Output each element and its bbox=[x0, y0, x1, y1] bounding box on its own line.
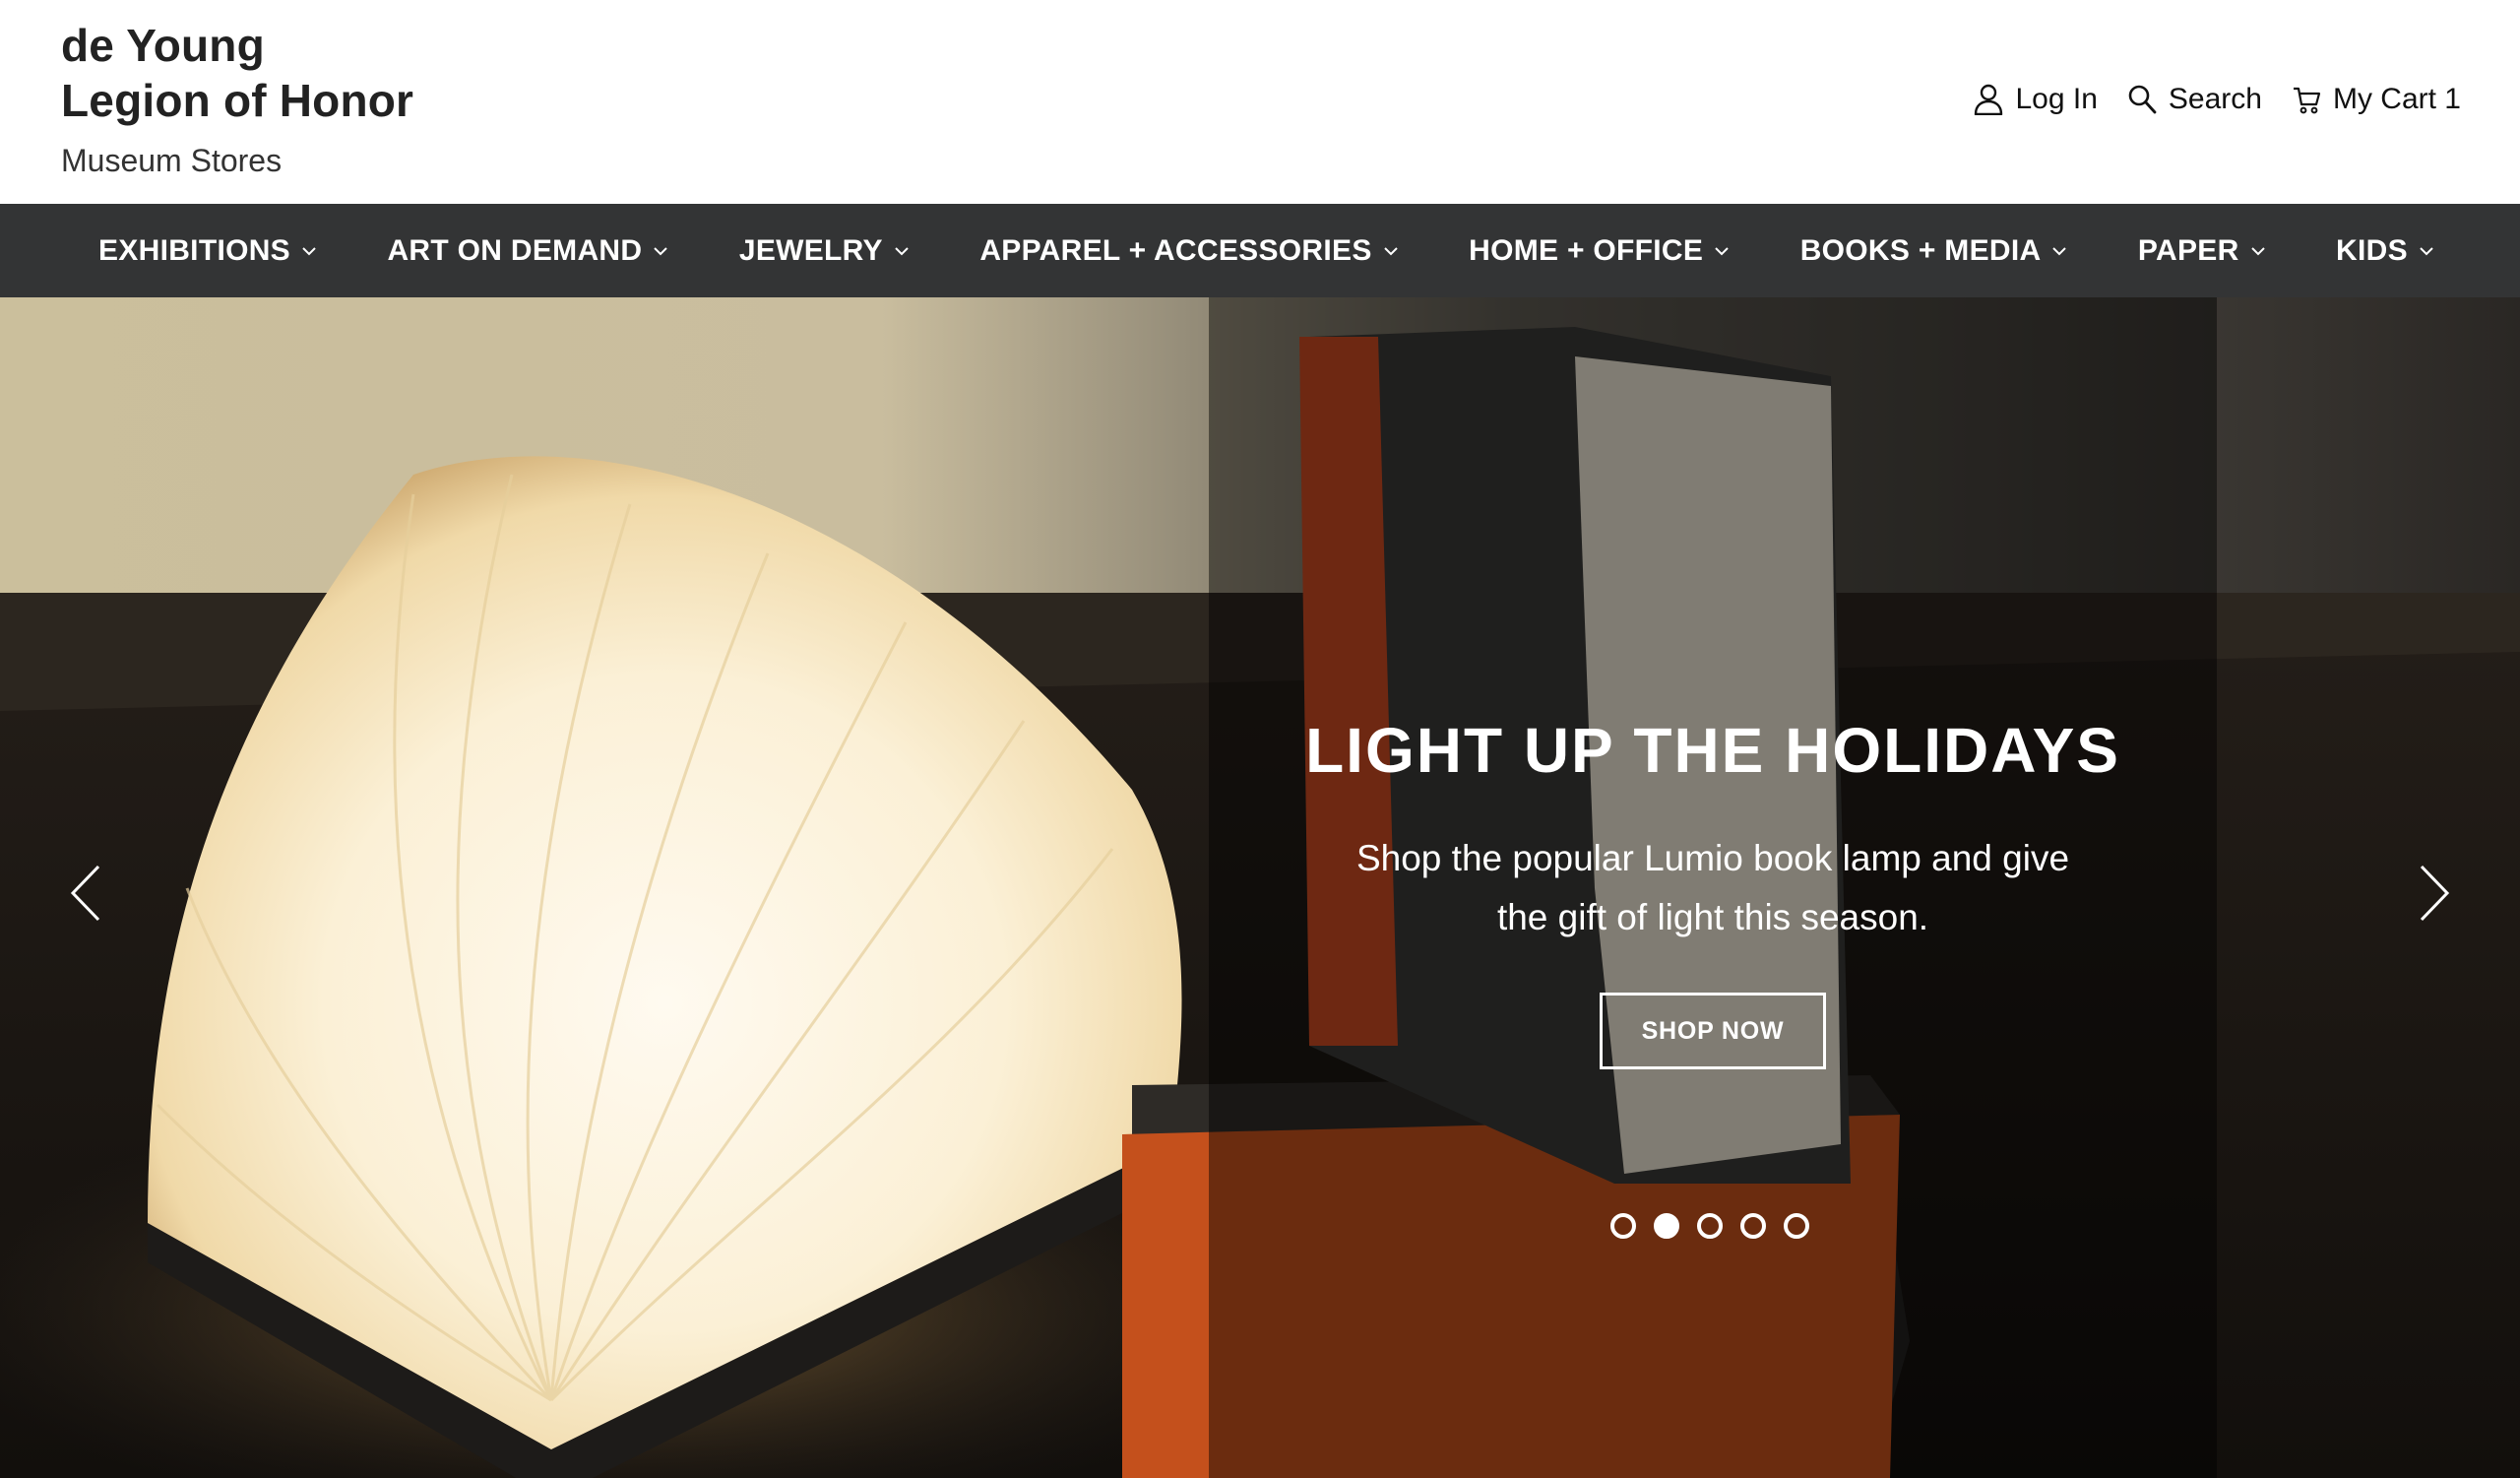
store-logo[interactable]: de Young Legion of Honor Museum Stores bbox=[61, 18, 413, 181]
chevron-right-icon bbox=[2420, 865, 2450, 922]
brand-line-1: de Young bbox=[61, 20, 265, 71]
nav-item-label: APPAREL + ACCESSORIES bbox=[979, 233, 1372, 267]
chevron-down-icon bbox=[1383, 246, 1398, 255]
nav-item-label: JEWELRY bbox=[738, 233, 883, 267]
nav-item-label: HOME + OFFICE bbox=[1469, 233, 1704, 267]
nav-item-kids[interactable]: KIDS bbox=[2336, 234, 2435, 268]
hero-content: LIGHT UP THE HOLIDAYS Shop the popular L… bbox=[1209, 711, 2217, 1069]
carousel-dot-active[interactable] bbox=[1654, 1213, 1679, 1239]
chevron-down-icon bbox=[2052, 246, 2067, 255]
nav-item-jewelry[interactable]: JEWELRY bbox=[739, 234, 911, 268]
main-nav: EXHIBITIONS ART ON DEMAND JEWELRY APPARE… bbox=[0, 204, 2520, 297]
carousel-pagination bbox=[1610, 1213, 1809, 1239]
user-icon bbox=[1974, 84, 2003, 115]
nav-item-label: KIDS bbox=[2336, 233, 2408, 267]
nav-item-paper[interactable]: PAPER bbox=[2138, 234, 2267, 268]
chevron-left-icon bbox=[70, 865, 100, 922]
nav-item-art-on-demand[interactable]: ART ON DEMAND bbox=[387, 234, 669, 268]
shop-now-button[interactable]: SHOP NOW bbox=[1600, 993, 1826, 1069]
hero-carousel: LIGHT UP THE HOLIDAYS Shop the popular L… bbox=[0, 297, 2520, 1478]
nav-item-exhibitions[interactable]: EXHIBITIONS bbox=[98, 234, 318, 268]
nav-item-home-office[interactable]: HOME + OFFICE bbox=[1469, 234, 1731, 268]
utility-nav: Log In Search My Cart 1 bbox=[1974, 83, 2461, 116]
carousel-dot[interactable] bbox=[1784, 1213, 1809, 1239]
hero-title: LIGHT UP THE HOLIDAYS bbox=[1305, 715, 2120, 786]
chevron-down-icon bbox=[654, 246, 668, 255]
search-label: Search bbox=[2168, 83, 2262, 115]
carousel-dot[interactable] bbox=[1697, 1213, 1723, 1239]
search-icon bbox=[2127, 84, 2157, 115]
chevron-down-icon bbox=[1715, 246, 1729, 255]
carousel-dot[interactable] bbox=[1610, 1213, 1636, 1239]
nav-item-label: ART ON DEMAND bbox=[387, 233, 643, 267]
search-link[interactable]: Search bbox=[2127, 83, 2262, 116]
nav-item-label: BOOKS + MEDIA bbox=[1799, 233, 2042, 267]
next-slide-button[interactable] bbox=[2410, 859, 2459, 928]
nav-item-books-media[interactable]: BOOKS + MEDIA bbox=[1800, 234, 2069, 268]
chevron-down-icon bbox=[895, 246, 909, 255]
nav-item-label: EXHIBITIONS bbox=[98, 233, 290, 267]
hero-description: Shop the popular Lumio book lamp and giv… bbox=[1355, 838, 2070, 937]
cart-label: My Cart 1 bbox=[2332, 83, 2461, 115]
site-header: de Young Legion of Honor Museum Stores L… bbox=[0, 0, 2520, 204]
login-link[interactable]: Log In bbox=[1974, 83, 2098, 116]
cart-link[interactable]: My Cart 1 bbox=[2292, 83, 2461, 116]
nav-item-apparel-accessories[interactable]: APPAREL + ACCESSORIES bbox=[979, 234, 1399, 268]
previous-slide-button[interactable] bbox=[61, 859, 110, 928]
login-label: Log In bbox=[2015, 83, 2098, 115]
chevron-down-icon bbox=[2250, 246, 2265, 255]
carousel-dot[interactable] bbox=[1740, 1213, 1766, 1239]
nav-item-label: PAPER bbox=[2137, 233, 2239, 267]
chevron-down-icon bbox=[2420, 246, 2433, 255]
cart-icon bbox=[2292, 84, 2321, 115]
chevron-down-icon bbox=[302, 246, 316, 255]
brand-subtitle: Museum Stores bbox=[61, 143, 283, 178]
brand-line-2: Legion of Honor bbox=[61, 75, 414, 126]
